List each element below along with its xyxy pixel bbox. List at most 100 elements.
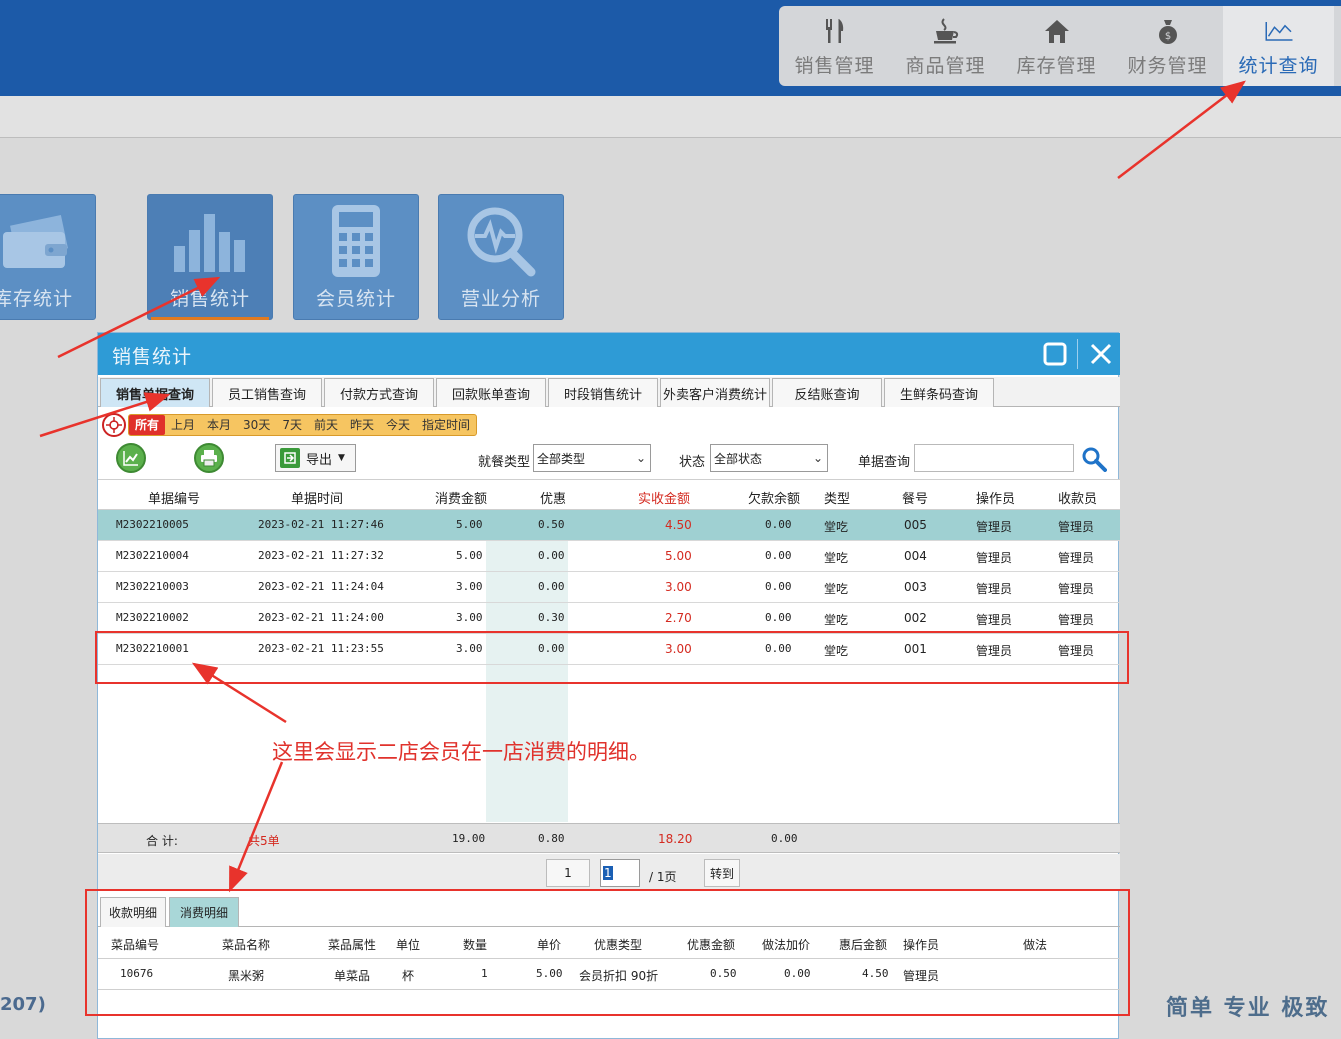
col-final-amount[interactable]: 惠后金额	[839, 936, 887, 953]
chart-button[interactable]	[116, 443, 146, 473]
col-doc-time[interactable]: 单据时间	[291, 488, 343, 507]
sales-stats-dialog: 销售统计 销售单据查询 员工销售查询 付款方式查询 回款账单查询 时段销售统计 …	[97, 332, 1120, 1039]
total-debt: 0.00	[771, 832, 798, 845]
total-pages: / 1页	[649, 870, 677, 884]
line-chart-icon	[1264, 16, 1294, 46]
nav-statistics-query[interactable]: 统计查询	[1223, 6, 1334, 86]
sub-strip	[0, 96, 1341, 138]
table-row[interactable]: M2302210001 2023-02-21 11:23:55 3.00 0.0…	[98, 634, 1120, 665]
dine-type-select[interactable]: 全部类型 ⌄	[533, 444, 651, 472]
date-filter-last-month[interactable]: 上月	[165, 415, 201, 435]
nav-sales-management[interactable]: 销售管理	[779, 6, 890, 86]
date-filter-bar: 所有 上月 本月 30天 7天 前天 昨天 今天 指定时间	[102, 413, 478, 437]
date-filter-all[interactable]: 所有	[129, 415, 166, 435]
crosshair-icon[interactable]	[102, 413, 126, 437]
col-discount[interactable]: 优惠	[540, 488, 566, 507]
close-icon	[1090, 343, 1112, 365]
date-filter-7-days[interactable]: 7天	[276, 415, 308, 435]
col-dish-attr[interactable]: 菜品属性	[328, 936, 376, 953]
date-filter-this-month[interactable]: 本月	[201, 415, 237, 435]
status-select[interactable]: 全部状态 ⌄	[710, 444, 828, 472]
col-type[interactable]: 类型	[824, 488, 850, 507]
close-button[interactable]	[1086, 339, 1116, 369]
tile-inventory-stats[interactable]: 库存统计	[0, 194, 96, 320]
active-tile-underline	[151, 317, 269, 320]
export-icon	[280, 448, 300, 468]
detail-row[interactable]: 10676 黑米粥 单菜品 杯 1 5.00 会员折扣 90折 0.50 0.0…	[98, 959, 1120, 990]
tab-fresh-barcode[interactable]: 生鲜条码查询	[884, 378, 994, 407]
doc-query-label: 单据查询	[858, 455, 911, 470]
tab-consumption-detail[interactable]: 消费明细	[169, 897, 239, 927]
total-received: 18.20	[658, 832, 693, 846]
go-button[interactable]: 转到	[704, 859, 740, 887]
annotation-text: 这里会显示二店会员在一店消费的明细。	[272, 740, 650, 764]
col-method-extra[interactable]: 做法加价	[762, 936, 810, 953]
col-disc-type[interactable]: 优惠类型	[594, 936, 642, 953]
export-button[interactable]: 导出 ▼	[275, 444, 356, 472]
fork-knife-icon	[820, 16, 850, 46]
tile-business-analysis[interactable]: 营业分析	[438, 194, 564, 320]
dine-type-label: 就餐类型	[478, 455, 531, 470]
maximize-button[interactable]	[1040, 339, 1070, 369]
col-disc-amount[interactable]: 优惠金额	[687, 936, 735, 953]
tab-takeout-customer[interactable]: 外卖客户消费统计	[660, 378, 770, 407]
col-debt[interactable]: 欠款余额	[748, 488, 800, 507]
tile-sales-stats[interactable]: 销售统计	[147, 194, 273, 320]
table-row[interactable]: M2302210005 2023-02-21 11:27:46 5.00 0.5…	[98, 510, 1120, 541]
col-qty[interactable]: 数量	[463, 936, 487, 953]
detail-grid-header: 菜品编号 菜品名称 菜品属性 单位 数量 单价 优惠类型 优惠金额 做法加价 惠…	[98, 928, 1120, 959]
wallet-icon	[0, 203, 95, 279]
col-meal[interactable]: 餐号	[902, 488, 928, 507]
tab-repayment-query[interactable]: 回款账单查询	[436, 378, 546, 407]
nav-inventory-management[interactable]: 库存管理	[1001, 6, 1112, 86]
total-label: 合 计:	[146, 834, 178, 848]
tab-payment-detail[interactable]: 收款明细	[100, 897, 166, 927]
doc-query-input[interactable]	[914, 444, 1074, 472]
print-button[interactable]	[194, 443, 224, 473]
date-filter-30-days[interactable]: 30天	[237, 415, 276, 435]
col-dish-name[interactable]: 菜品名称	[222, 936, 270, 953]
coffee-cup-icon	[931, 16, 961, 46]
col-operator[interactable]: 操作员	[976, 488, 1015, 507]
page-input[interactable]: 1	[600, 859, 640, 887]
tab-staff-sales[interactable]: 员工销售查询	[212, 378, 322, 407]
table-row[interactable]: M2302210004 2023-02-21 11:27:32 5.00 0.0…	[98, 541, 1120, 572]
magnifier-pulse-icon	[439, 203, 563, 279]
chevron-down-icon: ⌄	[635, 451, 646, 465]
tab-sales-doc-query[interactable]: 销售单据查询	[100, 378, 210, 407]
date-filter-day-before[interactable]: 前天	[308, 415, 344, 435]
col-price[interactable]: 单价	[537, 936, 561, 953]
tab-period-sales[interactable]: 时段销售统计	[548, 378, 658, 407]
date-pill-group: 所有 上月 本月 30天 7天 前天 昨天 今天 指定时间	[128, 414, 478, 436]
tab-reverse-checkout[interactable]: 反结账查询	[772, 378, 882, 407]
col-unit[interactable]: 单位	[396, 936, 420, 953]
search-button[interactable]	[1080, 445, 1108, 473]
col-doc-id[interactable]: 单据编号	[148, 488, 200, 507]
total-count: 共5单	[248, 834, 280, 848]
col-cashier[interactable]: 收款员	[1058, 488, 1097, 507]
table-row[interactable]: M2302210002 2023-02-21 11:24:00 3.00 0.3…	[98, 603, 1120, 634]
table-row[interactable]: M2302210003 2023-02-21 11:24:04 3.00 0.0…	[98, 572, 1120, 603]
sales-grid-header: 单据编号 单据时间 消费金额 优惠 实收金额 欠款余额 类型 餐号 操作员 收款…	[98, 479, 1120, 510]
date-filter-today[interactable]: 今天	[380, 415, 416, 435]
col-detail-operator[interactable]: 操作员	[903, 936, 939, 953]
col-received[interactable]: 实收金额	[638, 488, 690, 507]
dialog-title: 销售统计	[112, 346, 193, 368]
col-dish-code[interactable]: 菜品编号	[111, 936, 159, 953]
title-separator	[1077, 339, 1078, 369]
calculator-icon	[294, 203, 418, 279]
search-icon	[1082, 447, 1107, 472]
date-filter-custom[interactable]: 指定时间	[416, 415, 476, 435]
chevron-down-icon: ⌄	[812, 451, 823, 465]
nav-goods-management[interactable]: 商品管理	[890, 6, 1001, 86]
col-amount[interactable]: 消费金额	[435, 488, 487, 507]
date-filter-yesterday[interactable]: 昨天	[344, 415, 380, 435]
nav-finance-management[interactable]: $ 财务管理	[1112, 6, 1223, 86]
total-row: 合 计: 共5单 19.00 0.80 18.20 0.00	[98, 823, 1120, 853]
col-method[interactable]: 做法	[1023, 936, 1047, 953]
current-page[interactable]: 1	[546, 859, 590, 887]
status-label: 状态	[679, 455, 706, 470]
query-toolbar: 导出 ▼ 就餐类型 全部类型 ⌄ 状态 全部状态 ⌄ 单据查询	[98, 441, 1120, 475]
tab-payment-method[interactable]: 付款方式查询	[324, 378, 434, 407]
tile-member-stats[interactable]: 会员统计	[293, 194, 419, 320]
